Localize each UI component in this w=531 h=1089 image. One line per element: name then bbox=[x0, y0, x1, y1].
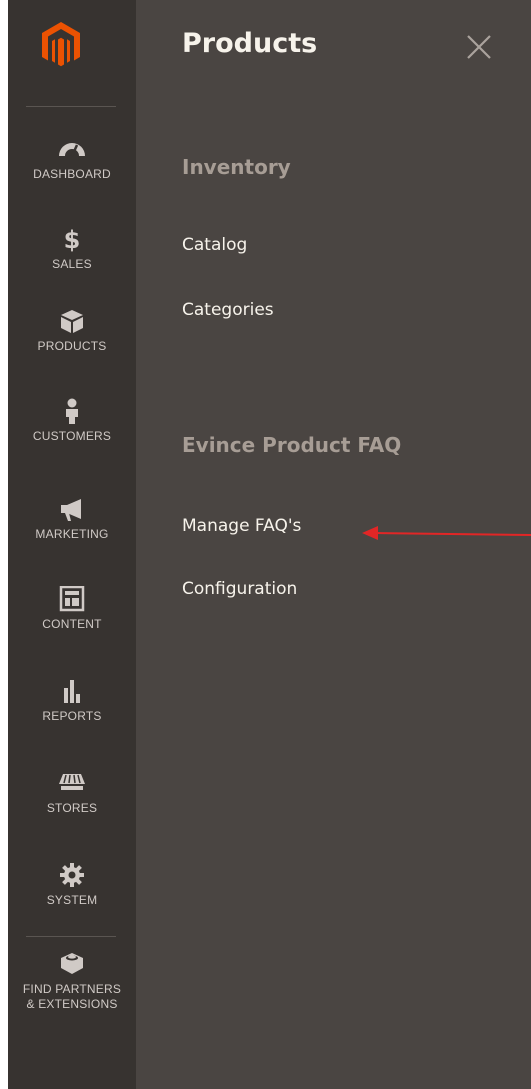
nav-marketing[interactable]: MARKETING bbox=[8, 496, 136, 542]
close-icon[interactable] bbox=[464, 32, 494, 62]
panel-title: Products bbox=[182, 28, 318, 59]
nav-stores[interactable]: STORES bbox=[8, 770, 136, 816]
megaphone-icon bbox=[61, 499, 81, 521]
nav-dashboard[interactable]: DASHBOARD bbox=[8, 136, 136, 182]
menu-link-categories[interactable]: Categories bbox=[182, 300, 274, 320]
nav-stores-label: STORES bbox=[46, 801, 98, 815]
nav-reports[interactable]: REPORTS bbox=[8, 678, 136, 724]
menu-link-catalog[interactable]: Catalog bbox=[182, 235, 247, 255]
layout-icon bbox=[59, 586, 85, 612]
nav-content[interactable]: CONTENT bbox=[8, 586, 136, 632]
sidebar-divider bbox=[26, 106, 116, 107]
cube-icon bbox=[61, 310, 83, 333]
nav-find-partners-label: FIND PARTNERS & EXTENSIONS bbox=[22, 982, 122, 1011]
magento-logo[interactable] bbox=[42, 22, 80, 68]
section-title-inventory: Inventory bbox=[182, 155, 291, 179]
lego-brick-icon bbox=[61, 953, 83, 974]
nav-content-label: CONTENT bbox=[42, 617, 102, 631]
gear-icon bbox=[60, 863, 84, 887]
menu-link-configuration[interactable]: Configuration bbox=[182, 579, 297, 599]
nav-find-partners[interactable]: FIND PARTNERS & EXTENSIONS bbox=[8, 950, 136, 1012]
svg-text:$: $ bbox=[64, 226, 81, 252]
nav-system[interactable]: SYSTEM bbox=[8, 862, 136, 908]
sidebar-divider bbox=[26, 936, 116, 937]
bar-chart-icon bbox=[64, 680, 80, 703]
nav-marketing-label: MARKETING bbox=[35, 527, 109, 541]
nav-sales-label: SALES bbox=[52, 257, 92, 271]
nav-products-label: PRODUCTS bbox=[37, 339, 107, 353]
dollar-icon: $ bbox=[64, 226, 81, 252]
nav-system-label: SYSTEM bbox=[46, 893, 98, 907]
admin-sidebar: DASHBOARD $ SALES PRODUCTS CUSTOMERS MAR… bbox=[0, 0, 136, 1089]
menu-link-manage-faqs[interactable]: Manage FAQ's bbox=[182, 516, 301, 536]
speedometer-icon bbox=[59, 143, 85, 157]
annotation-arrow bbox=[362, 526, 531, 540]
nav-reports-label: REPORTS bbox=[42, 709, 102, 723]
nav-products[interactable]: PRODUCTS bbox=[8, 308, 136, 354]
nav-customers[interactable]: CUSTOMERS bbox=[8, 398, 136, 444]
nav-dashboard-label: DASHBOARD bbox=[33, 167, 111, 181]
storefront-icon bbox=[59, 774, 85, 790]
section-title-evince-product-faq: Evince Product FAQ bbox=[182, 433, 402, 457]
person-icon bbox=[66, 398, 78, 424]
nav-customers-label: CUSTOMERS bbox=[32, 429, 112, 443]
nav-sales[interactable]: $ SALES bbox=[8, 226, 136, 272]
